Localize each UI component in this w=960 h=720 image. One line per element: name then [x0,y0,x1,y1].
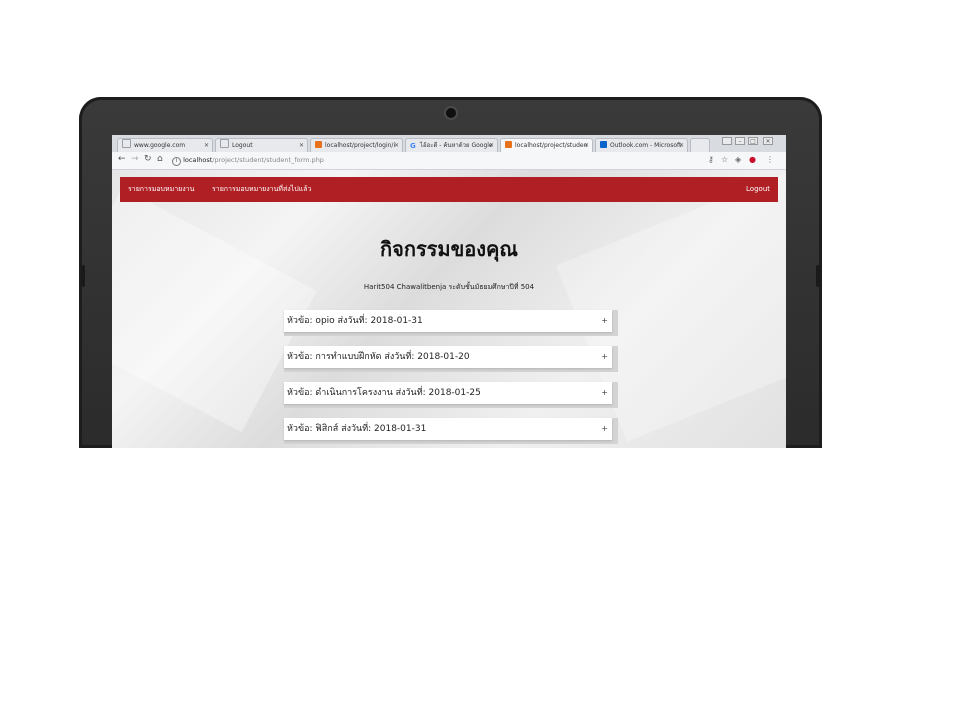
browser-tab[interactable]: localhost/project/login/i ✕ [310,138,403,152]
star-icon[interactable]: ☆ [721,155,728,164]
pinterest-icon[interactable]: ● [749,155,756,164]
close-icon[interactable]: ✕ [489,139,494,152]
app-icon [315,141,322,148]
nav-link-submitted[interactable]: รายการมอบหมายงานที่ส่งไปแล้ว [212,177,311,202]
activity-item-label: หัวข้อ: การทำแบบฝึกหัด ส่งวันที่: 2018-0… [287,352,470,362]
window-close-icon[interactable]: ✕ [763,137,773,145]
back-icon[interactable]: ← [118,154,126,164]
page-icon [122,139,131,148]
activity-item-label: หัวข้อ: ฟิสิกส์ ส่งวันที่: 2018-01-31 [287,424,427,434]
close-icon[interactable]: ✕ [679,139,684,152]
laptop-side-button [816,265,820,287]
google-icon: G [410,142,416,150]
activity-item-label: หัวข้อ: opio ส่งวันที่: 2018-01-31 [287,316,423,326]
webcam-icon [446,108,456,118]
browser-tab[interactable]: G ไอ้อะดี - ค้นหาด้วย Google ✕ [405,138,498,152]
activity-item-header[interactable]: หัวข้อ: การทำแบบฝึกหัด ส่งวันที่: 2018-0… [284,346,612,368]
screen: www.google.com ✕ Logout ✕ localhost/proj… [112,135,786,448]
nav-link-assignments[interactable]: รายการมอบหมายงาน [128,177,194,202]
tab-label: Logout [232,142,253,149]
activity-item-header[interactable]: หัวข้อ: ฟิสิกส์ ส่งวันที่: 2018-01-31 + [284,418,612,440]
activity-item-label: หัวข้อ: ดำเนินการโครงงาน ส่งวันที่: 2018… [287,388,481,398]
tab-label: ไอ้อะดี - ค้นหาด้วย Google [420,142,493,149]
expand-icon[interactable]: + [601,310,608,332]
menu-icon[interactable]: ⋮ [766,155,774,164]
activity-item[interactable]: หัวข้อ: การทำแบบฝึกหัด ส่งวันที่: 2018-0… [284,346,618,372]
new-tab-button[interactable] [690,138,710,152]
url-input[interactable]: i localhost/project/student/student_form… [172,154,702,166]
maximize-icon[interactable]: □ [748,137,758,145]
outlook-icon [600,141,607,148]
reload-icon[interactable]: ↻ [144,154,152,164]
browser-address-bar: ← → ↻ ⌂ i localhost/project/student/stud… [112,152,786,170]
key-icon[interactable]: ⚷ [708,155,714,164]
tab-label: localhost/project/studen [515,142,588,149]
browser-tab[interactable]: www.google.com ✕ [117,138,213,152]
close-icon[interactable]: ✕ [394,139,399,152]
navbar: รายการมอบหมายงาน รายการมอบหมายงานที่ส่งไ… [120,177,778,202]
laptop-frame: www.google.com ✕ Logout ✕ localhost/proj… [79,97,822,448]
close-icon[interactable]: ✕ [584,139,589,152]
info-icon[interactable]: i [172,157,181,166]
activity-item[interactable]: หัวข้อ: ฟิสิกส์ ส่งวันที่: 2018-01-31 + [284,418,618,444]
activity-item-header[interactable]: หัวข้อ: opio ส่งวันที่: 2018-01-31 + [284,310,612,332]
laptop-side-button [81,265,85,287]
web-page: รายการมอบหมายงาน รายการมอบหมายงานที่ส่งไ… [112,170,786,448]
user-icon[interactable] [722,137,732,145]
url-path: /project/student/student_form.php [212,156,324,164]
expand-icon[interactable]: + [601,418,608,440]
minimize-icon[interactable]: – [735,137,745,145]
tab-label: www.google.com [134,142,186,149]
home-icon[interactable]: ⌂ [157,154,163,164]
activity-item[interactable]: หัวข้อ: ดำเนินการโครงงาน ส่งวันที่: 2018… [284,382,618,408]
browser-tab-active[interactable]: localhost/project/studen ✕ [500,138,593,152]
page-icon [220,139,229,148]
student-info: Harit504 Chawalitbenja ระดับชั้นมัธยมศึก… [363,283,535,291]
logout-link[interactable]: Logout [746,177,770,202]
forward-icon[interactable]: → [131,154,139,164]
browser-tab[interactable]: Outlook.com - Microsoft ✕ [595,138,688,152]
close-icon[interactable]: ✕ [299,139,304,152]
close-icon[interactable]: ✕ [204,139,209,152]
browser-tab-bar: www.google.com ✕ Logout ✕ localhost/proj… [112,135,786,152]
tab-label: Outlook.com - Microsoft [610,142,682,149]
url-host: localhost [183,156,213,164]
app-icon [505,141,512,148]
page-title: กิจกรรมของคุณ [380,237,518,261]
browser-tab[interactable]: Logout ✕ [215,138,308,152]
activity-item-header[interactable]: หัวข้อ: ดำเนินการโครงงาน ส่งวันที่: 2018… [284,382,612,404]
activity-item[interactable]: หัวข้อ: opio ส่งวันที่: 2018-01-31 + [284,310,618,336]
tab-label: localhost/project/login/i [325,142,396,149]
expand-icon[interactable]: + [601,346,608,368]
extension-icon[interactable]: ◈ [735,155,741,164]
expand-icon[interactable]: + [601,382,608,404]
